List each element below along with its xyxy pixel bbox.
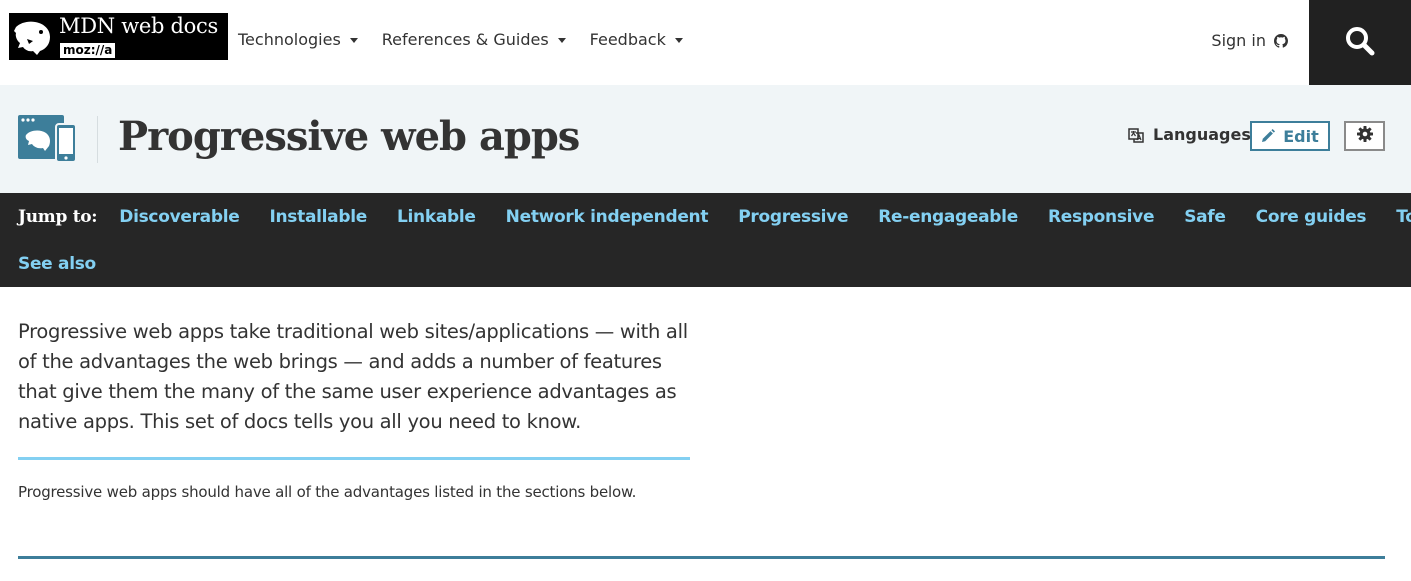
dino-head-icon [9, 13, 57, 60]
github-icon [1274, 33, 1288, 48]
page-title: Progressive web apps [118, 113, 580, 160]
logo-wordmark: MDN web docs moz://a [57, 13, 228, 60]
languages-label: Languages [1153, 125, 1251, 144]
intro-paragraph: Progressive web apps take traditional we… [18, 320, 688, 433]
sign-in-link[interactable]: Sign in [1211, 31, 1288, 50]
section-divider [18, 556, 1385, 559]
search-icon [1344, 25, 1376, 61]
nav-feedback-label: Feedback [589, 30, 666, 49]
language-icon [1128, 127, 1144, 143]
caret-down-icon [557, 38, 566, 43]
gear-icon [1356, 126, 1373, 146]
mozilla-badge: moz://a [60, 43, 116, 58]
jump-link-responsive[interactable]: Responsive [1048, 207, 1155, 227]
title-separator [97, 116, 98, 163]
edit-label: Edit [1283, 126, 1319, 146]
settings-button[interactable] [1344, 121, 1385, 151]
jump-link-installable[interactable]: Installable [269, 207, 367, 227]
mdn-logo[interactable]: MDN web docs moz://a [9, 13, 228, 60]
jump-link-see-also[interactable]: See also [18, 254, 96, 274]
jump-link-progressive[interactable]: Progressive [738, 207, 848, 227]
search-button[interactable] [1309, 0, 1411, 85]
jump-link-discoverable[interactable]: Discoverable [119, 207, 240, 227]
nav-references-guides[interactable]: References & Guides [382, 30, 566, 49]
caret-down-icon [349, 38, 358, 43]
jump-link-safe[interactable]: Safe [1184, 207, 1226, 227]
nav-technologies-label: Technologies [238, 30, 341, 49]
jump-to-label: Jump to: [18, 207, 98, 227]
summary-paragraph: Progressive web apps should have all of … [18, 483, 637, 501]
nav-references-guides-label: References & Guides [381, 30, 549, 49]
jump-to-row: Jump to: Discoverable Installable Linkab… [18, 207, 1411, 227]
pencil-icon [1262, 129, 1276, 142]
languages-button[interactable]: Languages [1128, 125, 1251, 144]
jump-link-network-independent[interactable]: Network independent [506, 207, 709, 227]
logo-title: MDN web docs [59, 14, 218, 38]
title-band: Progressive web apps Languages Edit [0, 85, 1411, 193]
jump-link-re-engageable[interactable]: Re-engageable [878, 207, 1018, 227]
nav-technologies[interactable]: Technologies [238, 30, 358, 49]
pwa-devices-icon [18, 115, 80, 167]
intro-divider [18, 457, 690, 460]
site-header: MDN web docs moz://a Technologies Refere… [0, 0, 1411, 85]
jump-link-tools[interactable]: Tools [1396, 207, 1411, 227]
sign-in-label: Sign in [1211, 31, 1266, 50]
nav-feedback[interactable]: Feedback [590, 30, 683, 49]
jump-to-bar: Jump to: Discoverable Installable Linkab… [0, 193, 1411, 287]
jump-to-row: See also [18, 254, 126, 274]
jump-link-linkable[interactable]: Linkable [397, 207, 476, 227]
edit-button[interactable]: Edit [1250, 121, 1330, 151]
jump-link-core-guides[interactable]: Core guides [1256, 207, 1367, 227]
main-nav: Technologies References & Guides Feedbac… [238, 30, 707, 49]
caret-down-icon [674, 38, 683, 43]
